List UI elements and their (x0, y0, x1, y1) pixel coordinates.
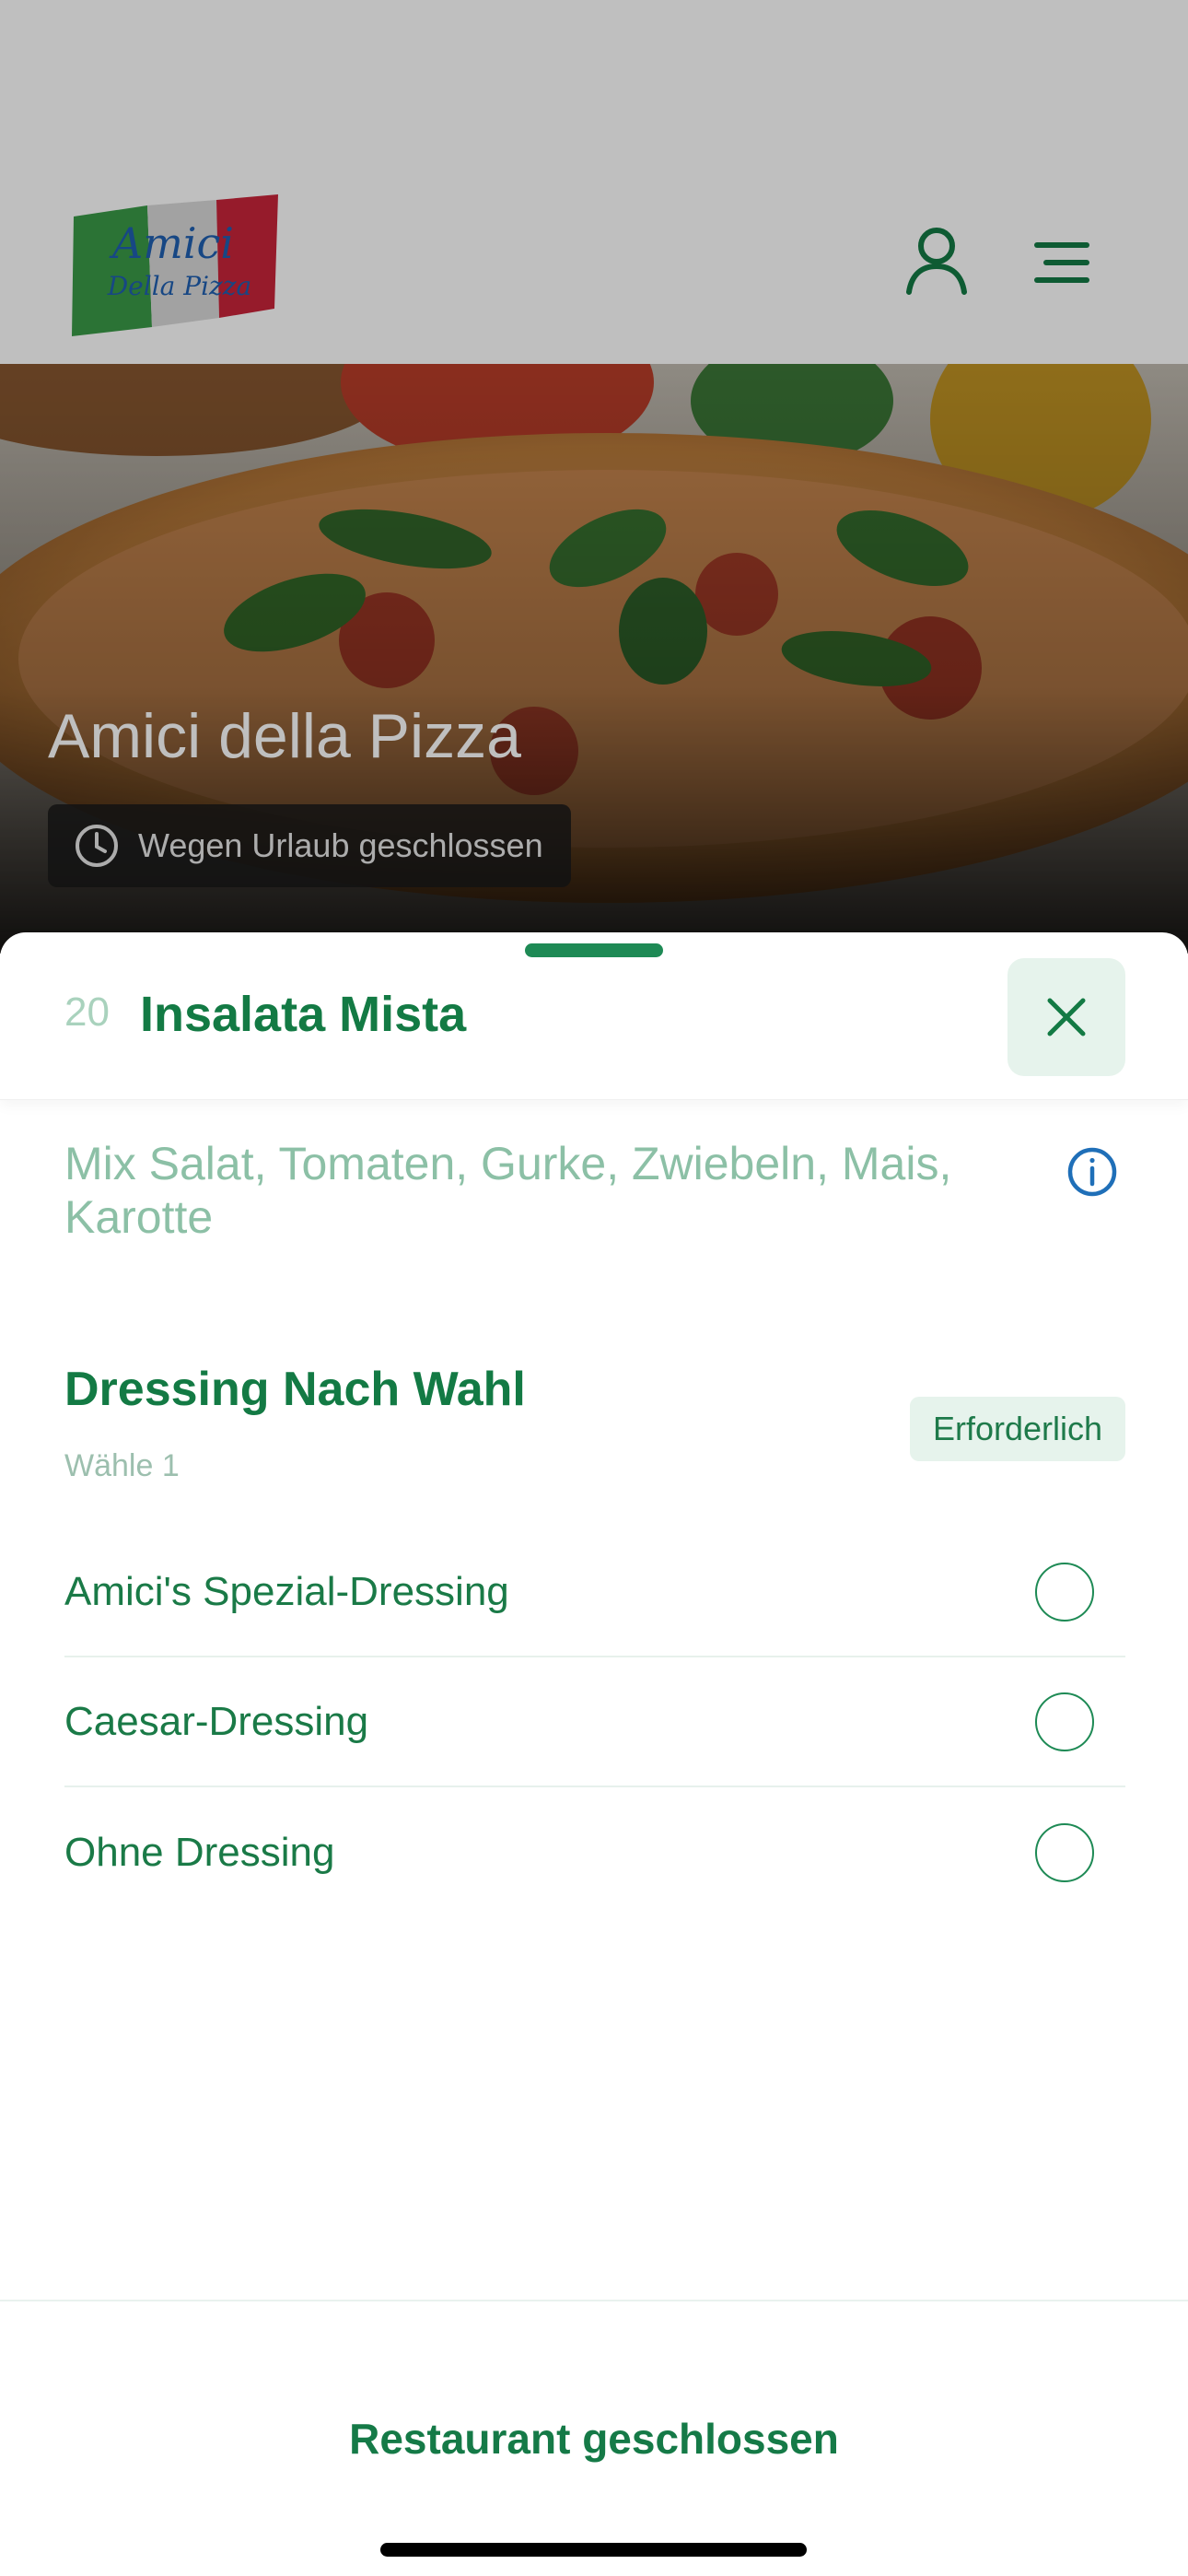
option-row[interactable]: Amici's Spezial-Dressing (64, 1528, 1125, 1657)
hero-banner: Amici della Pizza Wegen Urlaub geschloss… (0, 364, 1188, 954)
radio-button[interactable] (1035, 1822, 1094, 1882)
status-text: Wegen Urlaub geschlossen (138, 826, 543, 864)
home-indicator[interactable] (380, 2543, 807, 2557)
footer-divider (0, 2300, 1188, 2301)
close-icon (1047, 998, 1086, 1036)
sheet-header: 20 Insalata Mista (0, 932, 1188, 1100)
option-label: Caesar-Dressing (64, 1698, 369, 1744)
option-label: Ohne Dressing (64, 1829, 335, 1875)
option-group-subtitle: Wähle 1 (64, 1448, 180, 1483)
option-list: Amici's Spezial-Dressing Caesar-Dressing… (64, 1528, 1125, 1917)
status-badge: Wegen Urlaub geschlossen (48, 804, 571, 887)
restaurant-closed-label: Restaurant geschlossen (349, 2415, 839, 2463)
required-badge: Erforderlich (910, 1397, 1125, 1461)
logo-text-top: Amici (109, 218, 234, 268)
restaurant-logo[interactable]: Amici Della Pizza (64, 180, 285, 341)
item-description: Mix Salat, Tomaten, Gurke, Zwiebeln, Mai… (64, 1138, 952, 1243)
item-number: 20 (64, 989, 110, 1035)
radio-button[interactable] (1035, 1692, 1094, 1751)
item-detail-sheet: 20 Insalata Mista Mix Salat, Tomaten, Gu… (0, 932, 1188, 2576)
drag-handle[interactable] (525, 943, 663, 957)
menu-icon[interactable] (1031, 240, 1092, 286)
clock-icon (76, 825, 118, 867)
user-icon[interactable] (904, 226, 969, 296)
option-row[interactable]: Caesar-Dressing (64, 1657, 1125, 1787)
option-row[interactable]: Ohne Dressing (64, 1787, 1125, 1917)
radio-button[interactable] (1035, 1562, 1094, 1622)
option-label: Amici's Spezial-Dressing (64, 1568, 509, 1614)
app-header: Amici Della Pizza (0, 0, 1188, 364)
restaurant-name: Amici della Pizza (48, 701, 521, 771)
item-title: Insalata Mista (140, 987, 467, 1042)
close-button[interactable] (1007, 958, 1125, 1076)
option-group-title: Dressing Nach Wahl (64, 1363, 526, 1416)
info-button[interactable] (1066, 1146, 1118, 1198)
info-icon (1067, 1147, 1117, 1197)
logo-text-bottom: Della Pizza (107, 271, 252, 301)
